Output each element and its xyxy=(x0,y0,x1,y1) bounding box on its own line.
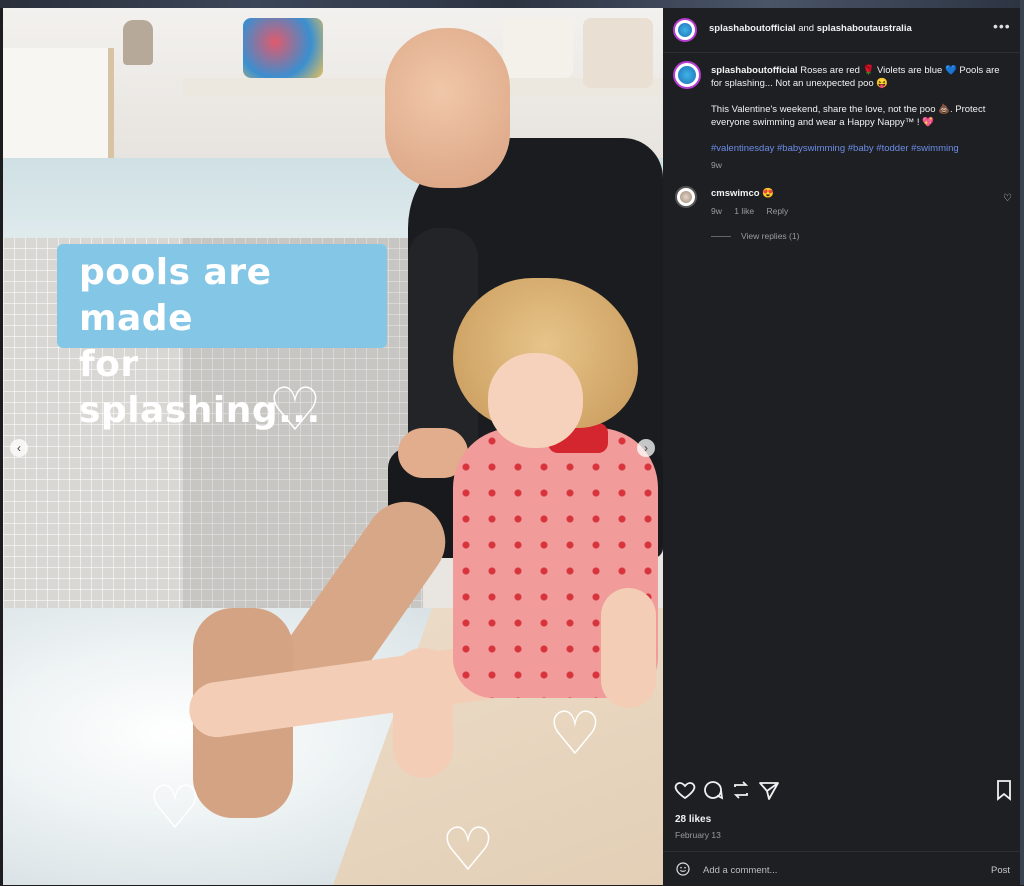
like-heart-icon[interactable] xyxy=(673,778,697,802)
heart-doodle-icon: ♡ xyxy=(268,375,322,445)
divider xyxy=(711,236,731,238)
caption: splashaboutofficial Roses are red 🌹 Viol… xyxy=(711,64,1001,172)
chevron-right-icon: › xyxy=(644,441,648,455)
sofa xyxy=(3,48,114,158)
post-image[interactable]: pools are made for splashing... ♡ ♡ ♡ ♡ … xyxy=(3,8,663,885)
overlay-caption: pools are made for splashing... xyxy=(57,244,387,431)
overlay-caption-line: for splashing... xyxy=(79,344,321,431)
comment-likes[interactable]: 1 like xyxy=(734,206,754,216)
post-authors: splashaboutofficial and splashaboutaustr… xyxy=(709,23,912,34)
chevron-left-icon: ‹ xyxy=(17,441,21,455)
avatar[interactable] xyxy=(673,18,697,42)
carousel-prev-button[interactable]: ‹ xyxy=(10,439,28,457)
post-button[interactable]: Post xyxy=(991,865,1010,876)
heart-doodle-icon: ♡ xyxy=(441,815,495,885)
post-header: splashaboutofficial and splashaboutaustr… xyxy=(663,8,1020,53)
background-edge xyxy=(1020,0,1024,885)
carousel-next-button[interactable]: › xyxy=(637,439,655,457)
coauthor-link[interactable]: splashaboutaustralia xyxy=(817,23,912,34)
heart-doodle-icon: ♡ xyxy=(148,773,202,843)
girl-face xyxy=(488,353,583,448)
girl-arm xyxy=(601,588,656,708)
vase xyxy=(123,20,153,65)
pillow xyxy=(583,18,653,88)
background-strip xyxy=(0,0,1024,8)
add-comment-bar: Add a comment... Post xyxy=(663,851,1020,886)
post-date: February 13 xyxy=(675,830,721,840)
save-bookmark-icon[interactable] xyxy=(992,778,1016,802)
post-panel: splashaboutofficial and splashaboutaustr… xyxy=(663,8,1020,885)
pillow xyxy=(503,18,573,78)
girl-leg xyxy=(393,648,453,778)
share-icon[interactable] xyxy=(757,778,781,802)
caption-text-2: This Valentine's weekend, share the love… xyxy=(711,104,986,128)
view-replies[interactable]: View replies (1) xyxy=(711,231,799,241)
comment-text: 😍 xyxy=(762,188,775,199)
comment-reply[interactable]: Reply xyxy=(766,206,788,216)
repost-icon[interactable] xyxy=(729,778,753,802)
comment-icon[interactable] xyxy=(701,778,725,802)
comment: cmswimco 😍 xyxy=(711,188,991,199)
post-actions xyxy=(663,778,1020,808)
author-link[interactable]: splashaboutofficial xyxy=(709,23,796,34)
add-comment-input[interactable]: Add a comment... xyxy=(703,865,777,876)
author-connector: and xyxy=(798,23,815,34)
comment-meta: 9w 1 like Reply xyxy=(711,206,798,216)
heart-doodle-icon: ♡ xyxy=(548,699,602,769)
comment-age: 9w xyxy=(711,206,722,216)
more-dots-icon[interactable]: ••• xyxy=(993,18,1011,34)
caption-hashtags[interactable]: #valentinesday #babyswimming #baby #todd… xyxy=(711,142,1001,155)
caption-age: 9w xyxy=(711,160,722,170)
caption-username[interactable]: splashaboutofficial xyxy=(711,65,798,76)
like-comment-heart-icon[interactable]: ♡ xyxy=(1003,193,1012,204)
commenter-avatar[interactable] xyxy=(675,186,697,208)
emoji-icon[interactable] xyxy=(675,861,691,877)
overlay-caption-line: pools are made xyxy=(79,252,272,339)
like-count[interactable]: 28 likes xyxy=(675,814,711,825)
comment-username[interactable]: cmswimco xyxy=(711,188,760,199)
view-replies-label: View replies (1) xyxy=(741,231,800,241)
man-head xyxy=(385,28,510,188)
caption-avatar[interactable] xyxy=(673,61,701,89)
pillow xyxy=(243,18,323,78)
